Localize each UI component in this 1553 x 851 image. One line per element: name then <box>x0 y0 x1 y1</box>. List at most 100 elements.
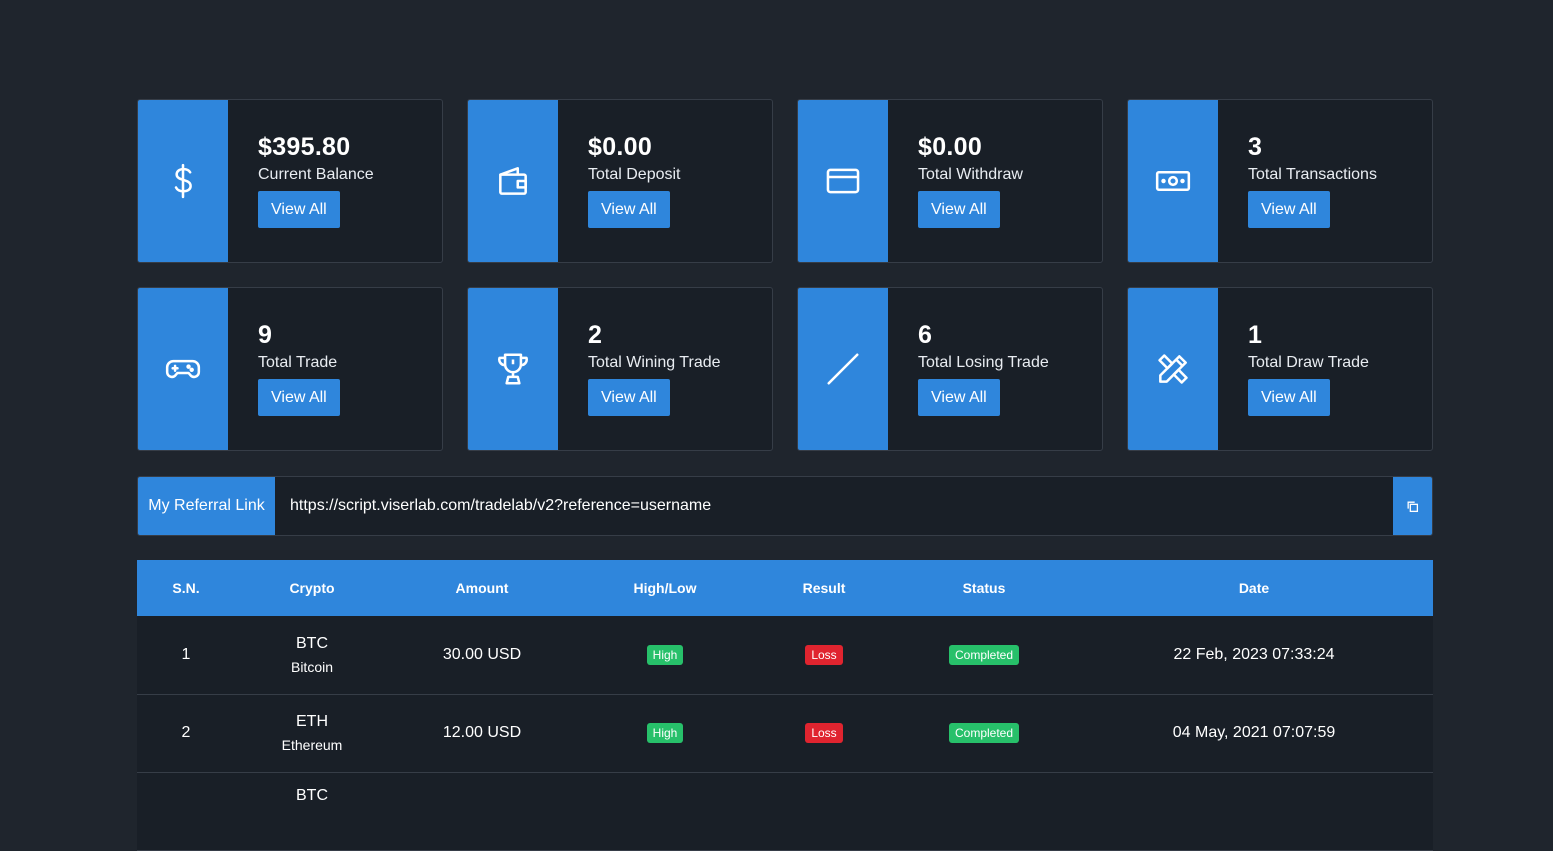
card-total-losing-trade: 6 Total Losing Trade View All <box>797 287 1103 451</box>
highlow-badge: High <box>646 723 684 743</box>
col-date: Date <box>1238 580 1270 596</box>
stats-grid: $395.80 Current Balance View All $0.00 T… <box>137 99 1433 451</box>
view-all-deposit-button[interactable]: View All <box>588 191 670 228</box>
cell-result: Loss <box>755 616 893 694</box>
cell-sn <box>137 772 235 850</box>
card-total-withdraw: $0.00 Total Withdraw View All <box>797 99 1103 263</box>
card-body: $395.80 Current Balance View All <box>228 100 374 262</box>
crypto-symbol: BTC <box>296 634 328 652</box>
cell-highlow <box>575 772 755 850</box>
cell-status: Completed <box>893 694 1075 772</box>
gamepad-icon <box>165 359 201 379</box>
cell-date: 04 May, 2021 07:07:59 <box>1172 724 1336 741</box>
card-body: $0.00 Total Deposit View All <box>558 100 681 262</box>
view-all-withdraw-button[interactable]: View All <box>918 191 1000 228</box>
cell-amount: 30.00 USD <box>442 645 522 663</box>
cell-sn: 1 <box>181 645 191 663</box>
table-body: 1 BTC Bitcoin 30.00 USD High Loss Comple… <box>137 616 1433 850</box>
table-header-row: S.N. Crypto Amount High/Low Result Statu… <box>137 560 1433 616</box>
view-all-wining-button[interactable]: View All <box>588 379 670 416</box>
table-row: 2 ETH Ethereum 12.00 USD High Loss Compl… <box>137 694 1433 772</box>
copy-button[interactable] <box>1393 477 1432 535</box>
slash-icon <box>827 353 859 385</box>
cell-result <box>755 772 893 850</box>
view-all-losing-button[interactable]: View All <box>918 379 1000 416</box>
card-icon-box <box>798 100 888 262</box>
cell-date: 22 Feb, 2023 07:33:24 <box>1173 645 1335 663</box>
table-header: S.N. Crypto Amount High/Low Result Statu… <box>137 560 1433 616</box>
cell-highlow: High <box>575 694 755 772</box>
view-all-transactions-button[interactable]: View All <box>1248 191 1330 228</box>
card-icon-box <box>1128 288 1218 450</box>
dashboard: $395.80 Current Balance View All $0.00 T… <box>137 99 1433 851</box>
highlow-badge: High <box>646 644 684 665</box>
view-all-draw-button[interactable]: View All <box>1248 379 1330 416</box>
card-total-trade: 9 Total Trade View All <box>137 287 443 451</box>
status-badge: Completed <box>948 644 1020 665</box>
card-label: Total Trade <box>258 354 338 371</box>
cell-amount: 12.00 USD <box>442 724 522 741</box>
card-icon-box <box>1128 100 1218 262</box>
credit-card-icon <box>826 168 860 194</box>
card-value: 9 <box>258 321 273 349</box>
card-label: Total Withdraw <box>918 166 1023 183</box>
card-label: Current Balance <box>258 166 374 183</box>
card-label: Total Deposit <box>588 166 681 183</box>
card-body: 1 Total Draw Trade View All <box>1218 288 1369 450</box>
cell-crypto: ETH Ethereum <box>235 694 389 772</box>
col-highlow: High/Low <box>633 580 697 596</box>
money-bill-icon <box>1155 171 1191 191</box>
referral-label: My Referral Link <box>138 477 275 535</box>
card-label: Total Wining Trade <box>588 354 721 371</box>
status-badge: Completed <box>948 723 1020 743</box>
card-body: 2 Total Wining Trade View All <box>558 288 721 450</box>
card-body: 3 Total Transactions View All <box>1218 100 1377 262</box>
cell-status: Completed <box>893 616 1075 694</box>
trades-table: S.N. Crypto Amount High/Low Result Statu… <box>137 560 1433 851</box>
card-value: 3 <box>1248 133 1263 161</box>
referral-link-input[interactable] <box>275 477 1393 535</box>
table-row: 1 BTC Bitcoin 30.00 USD High Loss Comple… <box>137 616 1433 694</box>
view-all-trade-button[interactable]: View All <box>258 379 340 416</box>
col-amount: Amount <box>455 580 509 596</box>
card-value: 2 <box>588 321 603 349</box>
pencil-ruler-icon <box>1158 354 1188 384</box>
col-result: Result <box>802 580 846 596</box>
crypto-name: Bitcoin <box>290 658 334 675</box>
card-total-transactions: 3 Total Transactions View All <box>1127 99 1433 263</box>
card-body: $0.00 Total Withdraw View All <box>888 100 1023 262</box>
col-status: Status <box>962 580 1006 596</box>
card-value: 1 <box>1248 321 1263 349</box>
crypto-name: Ethereum <box>281 737 343 753</box>
cell-status <box>893 772 1075 850</box>
card-value: $0.00 <box>588 133 653 161</box>
cell-crypto: BTC Bitcoin <box>235 616 389 694</box>
card-icon-box <box>138 288 228 450</box>
card-body: 9 Total Trade View All <box>228 288 340 450</box>
card-label: Total Losing Trade <box>918 354 1049 371</box>
card-label: Total Transactions <box>1248 166 1377 183</box>
card-total-draw-trade: 1 Total Draw Trade View All <box>1127 287 1433 451</box>
card-icon-box <box>468 288 558 450</box>
cell-crypto: BTC <box>235 772 389 850</box>
card-label: Total Draw Trade <box>1248 354 1369 371</box>
crypto-symbol: BTC <box>296 786 328 804</box>
col-sn: S.N. <box>172 580 200 596</box>
card-value: $0.00 <box>918 133 983 161</box>
card-body: 6 Total Losing Trade View All <box>888 288 1049 450</box>
card-icon-box <box>138 100 228 262</box>
referral-link-group: My Referral Link <box>137 476 1433 536</box>
card-icon-box <box>468 100 558 262</box>
view-all-balance-button[interactable]: View All <box>258 191 340 228</box>
copy-icon <box>1407 501 1419 512</box>
wallet-icon <box>499 167 527 195</box>
card-total-wining-trade: 2 Total Wining Trade View All <box>467 287 773 451</box>
cell-highlow: High <box>575 616 755 694</box>
cell-sn: 2 <box>181 724 191 741</box>
card-current-balance: $395.80 Current Balance View All <box>137 99 443 263</box>
card-value: 6 <box>918 321 933 349</box>
card-total-deposit: $0.00 Total Deposit View All <box>467 99 773 263</box>
card-icon-box <box>798 288 888 450</box>
cell-result: Loss <box>755 694 893 772</box>
crypto-symbol: ETH <box>296 713 328 730</box>
